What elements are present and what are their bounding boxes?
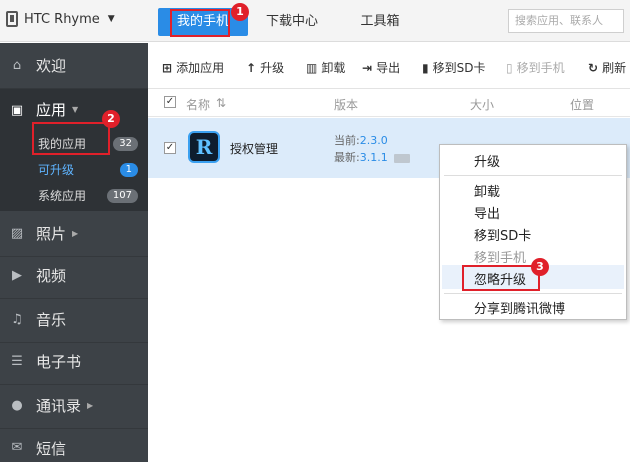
sidebar-item-sms[interactable]: ✉ 短信 bbox=[0, 425, 148, 462]
sd-card-icon: ▮ bbox=[422, 60, 429, 75]
latest-version-label: 最新: bbox=[334, 151, 360, 164]
count-badge: 1 bbox=[119, 163, 138, 177]
current-version-value: 2.3.0 bbox=[359, 134, 388, 147]
trash-icon: ▥ bbox=[306, 60, 318, 75]
sort-icon[interactable]: ⇅ bbox=[216, 96, 226, 110]
message-icon: ✉ bbox=[11, 440, 23, 455]
refresh-label: 刷新 bbox=[602, 61, 627, 75]
phone-icon: ▯ bbox=[506, 60, 513, 75]
count-badge: 32 bbox=[113, 137, 138, 151]
android-icon: ▣ bbox=[10, 102, 24, 118]
phone-icon bbox=[6, 11, 18, 27]
sidebar-item-label: 音乐 bbox=[36, 311, 67, 329]
menu-item-export[interactable]: 导出 bbox=[474, 203, 500, 222]
add-app-label: 添加应用 bbox=[176, 61, 225, 75]
sidebar-item-video[interactable]: ▶ 视频 bbox=[0, 253, 148, 299]
context-menu: 升级 卸载 导出 移到SD卡 移到手机 忽略升级 分享到腾讯微博 bbox=[439, 144, 627, 320]
search-input[interactable]: 搜索应用、联系人 bbox=[508, 9, 624, 33]
person-icon: ● bbox=[11, 397, 23, 413]
top-bar: HTC Rhyme ▼ 我的手机 下载中心 工具箱 搜索应用、联系人 bbox=[0, 0, 630, 42]
move-to-sd-button[interactable]: ▮ 移到SD卡 bbox=[422, 59, 485, 76]
tab-toolbox[interactable]: 工具箱 bbox=[340, 8, 420, 36]
upgrade-button[interactable]: ↑ 升级 bbox=[246, 59, 284, 76]
menu-divider bbox=[444, 293, 622, 294]
menu-item-uninstall[interactable]: 卸载 bbox=[474, 181, 500, 200]
sidebar-item-apps[interactable]: ▣ 应用 ▼ bbox=[10, 99, 78, 120]
select-all-checkbox[interactable]: ✓ bbox=[164, 96, 176, 108]
current-version-label: 当前: bbox=[334, 134, 360, 147]
app-name: 授权管理 bbox=[230, 142, 279, 156]
column-size[interactable]: 大小 bbox=[470, 96, 494, 113]
export-button[interactable]: ⇥ 导出 bbox=[362, 59, 400, 76]
chevron-down-icon: ▼ bbox=[107, 14, 115, 24]
tab-download-center[interactable]: 下载中心 bbox=[252, 8, 332, 36]
sidebar-item-ebooks[interactable]: ☰ 电子书 bbox=[0, 339, 148, 385]
row-checkbox[interactable]: ✓ bbox=[164, 142, 176, 154]
latest-version: 最新:3.1.1 bbox=[334, 149, 410, 165]
move-to-phone-button[interactable]: ▯ 移到手机 bbox=[506, 59, 565, 76]
move-to-sd-label: 移到SD卡 bbox=[432, 61, 486, 75]
book-icon: ☰ bbox=[11, 353, 23, 369]
uninstall-label: 卸载 bbox=[321, 61, 346, 75]
menu-divider bbox=[444, 175, 622, 176]
sidebar-item-contacts[interactable]: ● 通讯录 ▶ bbox=[0, 383, 148, 429]
annotation-marker: 3 bbox=[531, 258, 549, 276]
sidebar-item-system-apps[interactable]: 系统应用 bbox=[38, 187, 86, 204]
home-icon: ⌂ bbox=[12, 57, 22, 73]
sidebar-item-photos[interactable]: ▨ 照片 ▶ bbox=[0, 211, 148, 257]
count-badge: 107 bbox=[106, 189, 138, 203]
image-icon: ▨ bbox=[10, 225, 24, 241]
annotation-marker: 1 bbox=[231, 3, 249, 21]
add-app-button[interactable]: ⊞ 添加应用 bbox=[162, 59, 224, 76]
chevron-right-icon: ▶ bbox=[87, 401, 94, 410]
menu-item-move-to-sd[interactable]: 移到SD卡 bbox=[474, 225, 531, 244]
menu-item-upgrade[interactable]: 升级 bbox=[474, 151, 500, 170]
more-icon[interactable] bbox=[393, 153, 410, 163]
sidebar-item-upgradable[interactable]: 可升级 bbox=[38, 161, 74, 178]
sidebar-item-label: 通讯录 bbox=[36, 397, 82, 415]
menu-item-move-to-phone[interactable]: 移到手机 bbox=[474, 247, 526, 266]
sidebar-item-label: 电子书 bbox=[36, 353, 82, 371]
export-icon: ⇥ bbox=[362, 60, 373, 75]
latest-version-value: 3.1.1 bbox=[359, 151, 388, 164]
toolbar: ⊞ 添加应用 ↑ 升级 ▥ 卸载 ⇥ 导出 ▮ 移到SD卡 ▯ 移到手机 ↻ 刷… bbox=[148, 43, 630, 89]
table-header: ✓ 名称 ⇅ 版本 大小 位置 bbox=[148, 89, 630, 117]
column-location[interactable]: 位置 bbox=[570, 96, 594, 113]
sidebar: ⌂ 欢迎 ▣ 应用 ▼ 我的应用 32 可升级 1 系统应用 107 ▨ 照片 … bbox=[0, 43, 148, 462]
annotation-box-my-phone bbox=[170, 9, 230, 37]
arrow-up-icon: ↑ bbox=[246, 60, 257, 75]
music-icon: ♫ bbox=[11, 311, 23, 327]
video-icon: ▶ bbox=[12, 267, 22, 283]
move-to-phone-label: 移到手机 bbox=[516, 61, 565, 75]
annotation-marker: 2 bbox=[102, 110, 120, 128]
device-selector[interactable]: HTC Rhyme ▼ bbox=[6, 11, 115, 27]
export-label: 导出 bbox=[376, 61, 401, 75]
uninstall-button[interactable]: ▥ 卸载 bbox=[306, 59, 345, 76]
sidebar-item-label: 照片 bbox=[36, 225, 67, 243]
refresh-icon: ↻ bbox=[588, 60, 599, 75]
sidebar-item-welcome[interactable]: ⌂ 欢迎 bbox=[0, 43, 148, 89]
column-version[interactable]: 版本 bbox=[334, 96, 358, 113]
sidebar-item-label: 欢迎 bbox=[36, 57, 67, 75]
sidebar-item-label: 视频 bbox=[36, 267, 67, 285]
sidebar-item-label: 应用 bbox=[36, 101, 67, 119]
menu-item-share-weibo[interactable]: 分享到腾讯微博 bbox=[474, 298, 565, 317]
chevron-down-icon: ▼ bbox=[72, 105, 79, 114]
app-icon: R bbox=[188, 131, 220, 163]
device-name: HTC Rhyme bbox=[24, 11, 100, 27]
refresh-button[interactable]: ↻ 刷新 bbox=[588, 59, 626, 76]
sidebar-item-label: 短信 bbox=[36, 439, 67, 458]
plus-icon: ⊞ bbox=[162, 60, 173, 75]
upgrade-label: 升级 bbox=[260, 61, 285, 75]
column-name[interactable]: 名称 bbox=[186, 96, 210, 113]
chevron-right-icon: ▶ bbox=[72, 229, 79, 238]
current-version: 当前:2.3.0 bbox=[334, 132, 388, 148]
annotation-box-my-apps bbox=[32, 122, 110, 155]
sidebar-item-music[interactable]: ♫ 音乐 bbox=[0, 297, 148, 343]
annotation-box-ignore-upgrade bbox=[462, 265, 540, 291]
